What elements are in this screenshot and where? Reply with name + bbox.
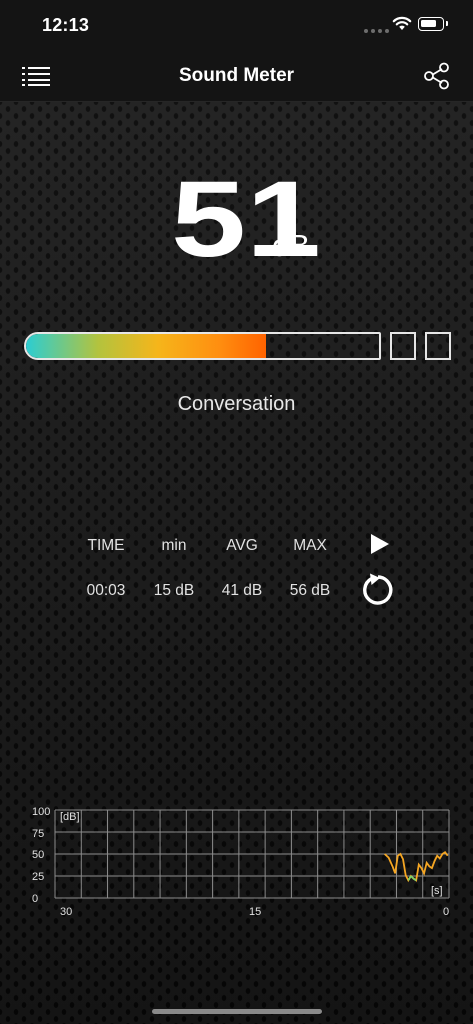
reset-icon[interactable] [360, 572, 396, 608]
play-icon[interactable] [370, 533, 390, 555]
wifi-icon [392, 16, 412, 30]
x-tick-15: 15 [249, 906, 262, 918]
max-header: MAX [293, 537, 327, 554]
y-tick-75: 75 [32, 828, 45, 840]
battery-icon [418, 17, 448, 31]
y-tick-25: 25 [32, 871, 45, 883]
level-bar-fill [26, 334, 266, 358]
navigation-bar: Sound Meter [0, 50, 473, 102]
y-tick-100: 100 [32, 806, 51, 818]
x-tick-30: 30 [60, 906, 73, 918]
x-unit-label: [s] [431, 885, 443, 897]
cellular-signal-icon [364, 29, 389, 33]
level-peak-box [390, 332, 416, 360]
share-icon[interactable] [423, 62, 451, 90]
page-title: Sound Meter [178, 65, 295, 86]
level-max-box [425, 332, 451, 360]
level-bar [24, 332, 381, 360]
home-indicator [152, 1009, 322, 1014]
status-bar: 12:13 [0, 0, 473, 50]
noise-category-label: Conversation [177, 393, 296, 415]
max-value: 56 dB [289, 582, 331, 599]
status-time: 12:13 [42, 15, 90, 35]
db-unit-label: dB [272, 228, 310, 263]
y-tick-0: 0 [32, 893, 39, 905]
y-unit-label: [dB] [60, 811, 80, 823]
y-tick-50: 50 [32, 849, 45, 861]
x-tick-0: 0 [443, 906, 450, 918]
history-graph: [dB] [s] 100 75 50 25 0 30 15 0 [0, 800, 473, 925]
